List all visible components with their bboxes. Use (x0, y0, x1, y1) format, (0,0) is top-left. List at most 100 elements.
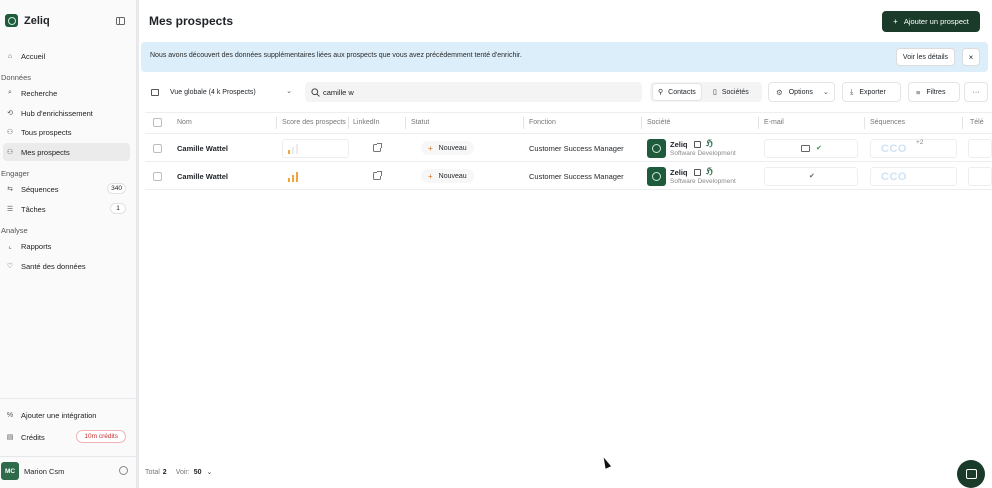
banner-text: Nous avons découvert des données supplém… (150, 52, 522, 59)
tab-label: Sociétés (721, 88, 749, 96)
sidebar-item-mes-prospects[interactable]: ⚇ Mes prospects (3, 143, 130, 161)
per-page-select[interactable]: 50 (194, 469, 202, 476)
prospect-function: Customer Success Manager (529, 144, 624, 153)
column-header-societe[interactable]: Société (647, 119, 670, 126)
add-prospect-button[interactable]: + Ajouter un prospect (882, 11, 980, 32)
chevron-down-icon: ⌄ (822, 89, 829, 96)
sequence-cell[interactable]: CCO (870, 139, 957, 158)
sidebar-item-integration[interactable]: % Ajouter une intégration (3, 406, 130, 424)
filters-button[interactable]: ≡ Filtres (908, 82, 960, 102)
sidebar-item-hub[interactable]: ⟲ Hub d'enrichissement (3, 104, 130, 122)
tab-contacts[interactable]: ⚲ Contacts (653, 84, 701, 100)
prospect-name[interactable]: Camille Wattel (177, 172, 228, 181)
filters-label: Filtres (926, 88, 946, 96)
sidebar-section-title: Engager (1, 169, 30, 178)
avatar[interactable]: MC (1, 462, 19, 480)
sequence-cell[interactable]: CCO (870, 167, 957, 186)
table-row[interactable]: Camille Wattel + Nouveau Customer Succes… (145, 134, 992, 162)
gear-icon[interactable] (119, 466, 128, 475)
column-header-sequences[interactable]: Séquences (870, 119, 905, 126)
verified-check-icon: ✔ (809, 173, 815, 180)
chat-icon (965, 469, 977, 479)
table-row[interactable]: Camille Wattel + Nouveau Customer Succes… (145, 162, 992, 190)
column-header-email[interactable]: E-mail (764, 119, 784, 126)
chevron-down-icon: ⌄ (286, 88, 292, 95)
search-icon: ⌕ (8, 89, 12, 96)
sidebar-item-label: Santé des données (21, 261, 86, 271)
column-header-telephone[interactable]: Télé (970, 119, 984, 126)
prospect-name[interactable]: Camille Wattel (177, 144, 228, 153)
sidebar-item-accueil[interactable]: ⌂ Accueil (3, 47, 130, 65)
sidebar-item-taches[interactable]: ☰ Tâches 1 (3, 200, 130, 218)
view-details-button[interactable]: Voir les détails (896, 48, 955, 66)
phone-cell[interactable] (968, 167, 992, 186)
filter-icon: ≡ (916, 87, 921, 97)
sequence-logo: CCO (881, 171, 907, 183)
view-selector[interactable]: Vue globale (4 k Prospects) ⌄ (145, 82, 297, 102)
search-input[interactable] (323, 87, 623, 97)
column-header-linkedin[interactable]: LinkedIn (353, 119, 379, 126)
brand[interactable]: Zeliq (5, 14, 50, 27)
column-header-nom[interactable]: Nom (177, 119, 192, 126)
company-name[interactable]: Zeliq (670, 140, 688, 149)
external-link-icon[interactable] (373, 143, 382, 152)
total-label: Total (145, 468, 160, 476)
external-link-icon[interactable] (373, 171, 382, 180)
hub-icon: ⟲ (7, 110, 13, 117)
sidebar-item-recherche[interactable]: ⌕ Recherche (3, 84, 130, 102)
export-button[interactable]: ⤓ Exporter (842, 82, 901, 102)
hubspot-icon[interactable]: ℌ (706, 138, 713, 149)
zeliq-logo (5, 14, 18, 27)
sequence-more-count[interactable]: +2 (916, 139, 923, 146)
more-button[interactable]: ··· (964, 82, 988, 102)
column-separator (758, 117, 759, 129)
sidebar-item-credits[interactable]: ▤ Crédits 10m crédits (3, 428, 130, 446)
email-cell[interactable]: ✔ (764, 167, 858, 186)
status-badge[interactable]: + Nouveau (421, 141, 474, 155)
sidebar-item-label: Accueil (21, 51, 46, 61)
sidebar-divider (0, 456, 136, 457)
view-selector-label: Vue globale (4 k Prospects) (170, 88, 256, 96)
tab-companies[interactable]: ▯ Sociétés (708, 84, 754, 100)
external-link-icon[interactable] (694, 141, 701, 148)
sidebar-item-label: Séquences (21, 184, 59, 194)
company-name[interactable]: Zeliq (670, 168, 688, 177)
chat-button[interactable] (957, 460, 985, 488)
entity-toggle: ⚲ Contacts ▯ Sociétés (650, 82, 762, 102)
sidebar-item-rapports[interactable]: ⌞ Rapports (3, 237, 130, 255)
email-cell[interactable]: ✔ (764, 139, 858, 158)
status-badge[interactable]: + Nouveau (421, 169, 474, 183)
sidebar-item-label: Hub d'enrichissement (21, 108, 93, 118)
plus-icon: + (428, 143, 433, 153)
sidebar-collapse-icon[interactable] (116, 17, 125, 25)
company-logo (647, 167, 666, 186)
per-page-label: Voir: (175, 468, 190, 476)
select-all-checkbox[interactable] (153, 118, 162, 127)
row-checkbox[interactable] (153, 144, 162, 153)
close-icon[interactable]: × (962, 48, 980, 66)
options-button[interactable]: ⚙ Options ⌄ (768, 82, 835, 102)
credits-badge: 10m crédits (76, 430, 126, 443)
main-content: Mes prospects + Ajouter un prospect Nous… (139, 0, 992, 488)
search-box[interactable] (305, 82, 642, 102)
phone-cell[interactable] (968, 139, 992, 158)
coins-icon: ▤ (6, 434, 14, 441)
sidebar-item-sequences[interactable]: ⇆ Séquences 340 (3, 180, 130, 198)
column-header-fonction[interactable]: Fonction (529, 119, 556, 126)
sidebar-item-sante-donnees[interactable]: ♡ Santé des données (3, 257, 130, 275)
prospect-function: Customer Success Manager (529, 172, 624, 181)
column-header-score[interactable]: Score des prospects (282, 119, 348, 126)
column-header-statut[interactable]: Statut (411, 119, 429, 126)
row-checkbox[interactable] (153, 172, 162, 181)
download-icon: ⤓ (850, 87, 854, 96)
sidebar-item-tous-prospects[interactable]: ⚇ Tous prospects (3, 123, 130, 141)
column-separator (523, 117, 524, 129)
column-separator (962, 117, 963, 129)
chevron-down-icon[interactable]: ⌄ (207, 468, 213, 476)
column-separator (864, 117, 865, 129)
export-label: Exporter (859, 88, 886, 96)
hubspot-icon[interactable]: ℌ (706, 166, 713, 177)
column-separator (348, 117, 349, 129)
external-link-icon[interactable] (694, 169, 701, 176)
verified-check-icon: ✔ (816, 145, 822, 152)
